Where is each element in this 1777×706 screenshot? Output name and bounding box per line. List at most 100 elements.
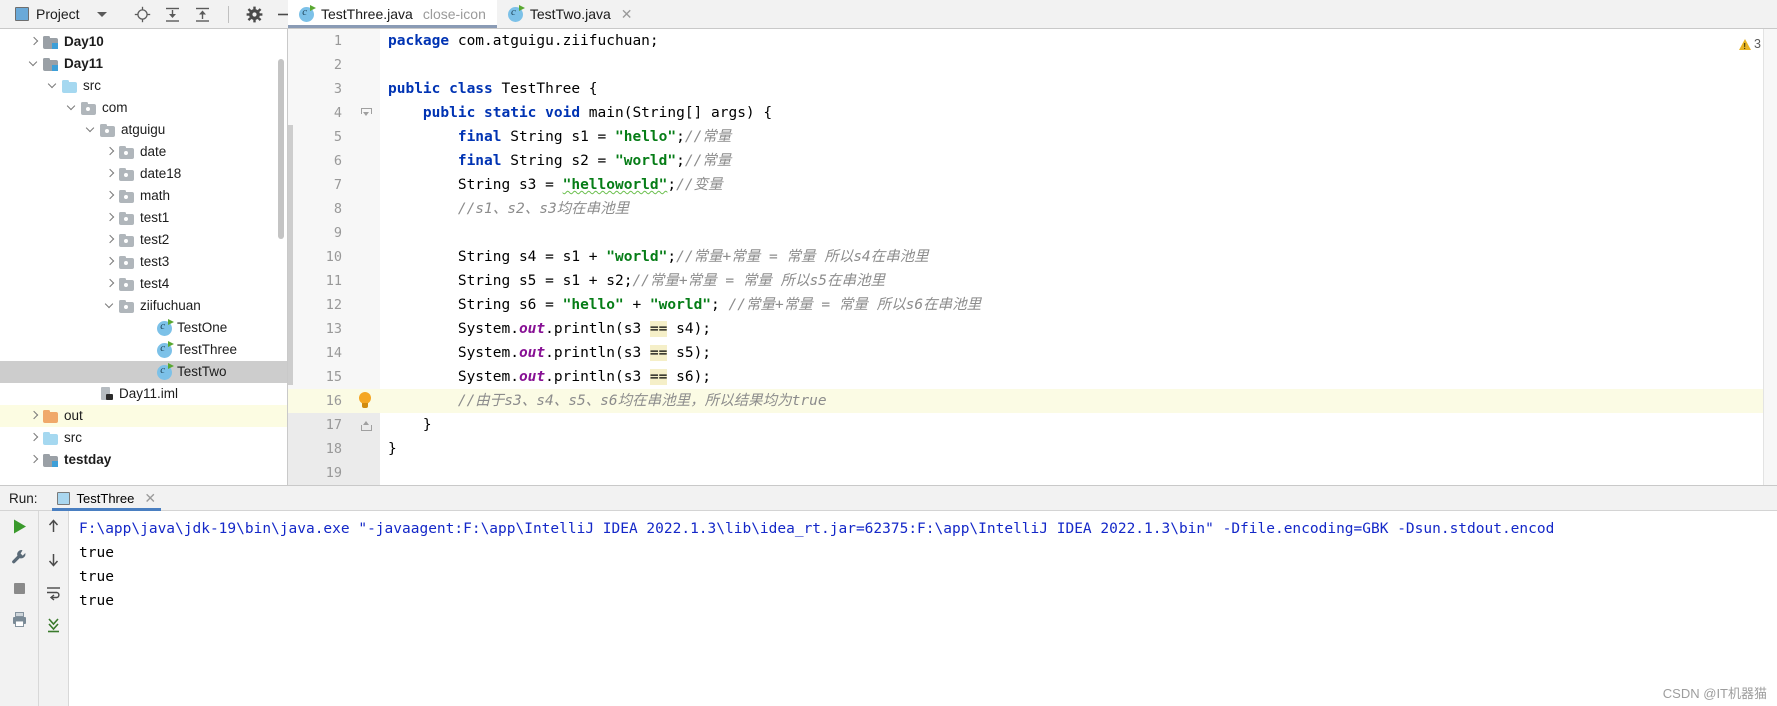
chevron-right-icon[interactable]: [27, 431, 41, 445]
console-output-line: true: [79, 593, 114, 609]
chevron-right-icon[interactable]: [27, 409, 41, 423]
editor-tab-testtwo[interactable]: TestTwo.java ✕: [497, 0, 644, 28]
chevron-right-icon[interactable]: [103, 255, 117, 269]
inspection-status-badge[interactable]: 3: [1739, 37, 1761, 51]
chevron-right-icon[interactable]: [103, 233, 117, 247]
tree-item-day11[interactable]: Day11: [0, 53, 287, 75]
code-token: out: [518, 321, 546, 337]
tree-item-testone[interactable]: TestOne: [0, 317, 287, 339]
code-fold-icon[interactable]: [361, 108, 372, 118]
close-icon[interactable]: ✕: [621, 7, 633, 21]
code-line[interactable]: String s4 = s1 + "world";//常量+常量 = 常量 所以…: [380, 245, 1777, 269]
chevron-right-icon[interactable]: [103, 277, 117, 291]
code-fold-icon[interactable]: [361, 420, 372, 431]
chevron-right-icon[interactable]: [103, 189, 117, 203]
tree-item-math[interactable]: math: [0, 185, 287, 207]
tree-item-atguigu[interactable]: atguigu: [0, 119, 287, 141]
editor-marker-bar[interactable]: [1763, 29, 1777, 485]
code-token: String s4 = s1 +: [388, 249, 607, 265]
code-line[interactable]: String s6 = "hello" + "world"; //常量+常量 =…: [380, 293, 1777, 317]
locate-target-icon[interactable]: [134, 6, 151, 23]
project-toolbar-left: Project: [0, 0, 291, 28]
code-line[interactable]: public static void main(String[] args) {: [380, 101, 1777, 125]
run-tab-testthree[interactable]: TestThree ✕: [48, 486, 166, 511]
ide-window: Project c TestThree.java close-icon c Te…: [0, 0, 1777, 706]
tree-item-com[interactable]: com: [0, 97, 287, 119]
code-line[interactable]: //s1、s2、s3均在串池里: [380, 197, 1777, 221]
code-token: ;: [676, 153, 685, 169]
editor-tab-testthree[interactable]: TestThree.java close-icon: [288, 0, 497, 28]
tree-item-testday[interactable]: testday: [0, 449, 287, 471]
tree-item-day10[interactable]: Day10: [0, 31, 287, 53]
chevron-right-icon[interactable]: [103, 145, 117, 159]
console-output[interactable]: F:\app\java\jdk-19\bin\java.exe "-javaag…: [69, 511, 1777, 706]
tree-item-date[interactable]: date: [0, 141, 287, 163]
chevron-right-icon[interactable]: [103, 167, 117, 181]
chevron-down-icon[interactable]: [84, 123, 98, 137]
code-line[interactable]: String s5 = s1 + s2;//常量+常量 = 常量 所以s5在串池…: [380, 269, 1777, 293]
code-line[interactable]: final String s2 = "world";//常量: [380, 149, 1777, 173]
chevron-right-icon[interactable]: [27, 35, 41, 49]
print-icon[interactable]: [10, 610, 29, 629]
tree-item-src[interactable]: src: [0, 75, 287, 97]
code-content[interactable]: package com.atguigu.ziifuchuan; public c…: [380, 29, 1777, 485]
line-number: 12: [325, 297, 342, 313]
tree-item-day11-iml[interactable]: Day11.iml: [0, 383, 287, 405]
code-line[interactable]: final String s1 = "hello";//常量: [380, 125, 1777, 149]
chevron-down-icon[interactable]: [27, 57, 41, 71]
tree-item-testthree[interactable]: TestThree: [0, 339, 287, 361]
tree-item-test4[interactable]: test4: [0, 273, 287, 295]
tree-item-out[interactable]: out: [0, 405, 287, 427]
settings-gear-icon[interactable]: [246, 6, 263, 23]
tree-item-testtwo[interactable]: TestTwo: [0, 361, 287, 383]
code-line[interactable]: //由于s3、s4、s5、s6均在串池里，所以结果均为true: [380, 389, 1777, 413]
intention-bulb-icon[interactable]: [358, 392, 372, 409]
editor-scrollbar[interactable]: [288, 125, 293, 385]
code-line[interactable]: }: [380, 437, 1777, 461]
code-line[interactable]: [380, 53, 1777, 77]
scroll-up-icon[interactable]: [44, 517, 63, 536]
code-line[interactable]: package com.atguigu.ziifuchuan;: [380, 29, 1777, 53]
chevron-right-icon[interactable]: [103, 211, 117, 225]
soft-wrap-icon[interactable]: [44, 583, 63, 602]
tree-item-test3[interactable]: test3: [0, 251, 287, 273]
rerun-play-icon[interactable]: [10, 517, 29, 536]
tree-item-date18[interactable]: date18: [0, 163, 287, 185]
chevron-down-icon[interactable]: [65, 101, 79, 115]
chevron-down-icon[interactable]: [46, 79, 60, 93]
tree-item-label: test3: [140, 254, 170, 270]
code-token: //常量: [684, 129, 732, 145]
code-line[interactable]: System.out.println(s3 == s4);: [380, 317, 1777, 341]
code-line[interactable]: public class TestThree {: [380, 77, 1777, 101]
run-config-icon: [56, 491, 70, 505]
chevron-down-icon[interactable]: [103, 299, 117, 313]
tree-item-ziifuchuan[interactable]: ziifuchuan: [0, 295, 287, 317]
close-icon[interactable]: close-icon: [423, 7, 486, 21]
code-line[interactable]: System.out.println(s3 == s5);: [380, 341, 1777, 365]
code-line[interactable]: [380, 461, 1777, 485]
tree-item-test1[interactable]: test1: [0, 207, 287, 229]
stop-square-icon[interactable]: [10, 579, 29, 598]
chevron-down-icon[interactable]: [96, 11, 107, 17]
chevron-right-icon[interactable]: [27, 453, 41, 467]
wrench-settings-icon[interactable]: [10, 548, 29, 567]
project-tree-scrollbar[interactable]: [278, 59, 284, 239]
scroll-down-icon[interactable]: [44, 550, 63, 569]
code-line[interactable]: String s3 = "helloworld";//变量: [380, 173, 1777, 197]
expand-all-icon[interactable]: [164, 6, 181, 23]
code-line[interactable]: [380, 221, 1777, 245]
fold-marker-cell: [352, 125, 380, 149]
tree-item-test2[interactable]: test2: [0, 229, 287, 251]
close-icon[interactable]: ✕: [144, 491, 156, 505]
scroll-to-end-icon[interactable]: [44, 616, 63, 635]
collapse-all-icon[interactable]: [194, 6, 211, 23]
code-line[interactable]: }: [380, 413, 1777, 437]
package-folder-icon: [119, 167, 134, 181]
tree-item-src[interactable]: src: [0, 427, 287, 449]
code-line[interactable]: System.out.println(s3 == s6);: [380, 365, 1777, 389]
project-view-button[interactable]: Project: [10, 4, 112, 24]
code-token: ;: [667, 177, 677, 193]
